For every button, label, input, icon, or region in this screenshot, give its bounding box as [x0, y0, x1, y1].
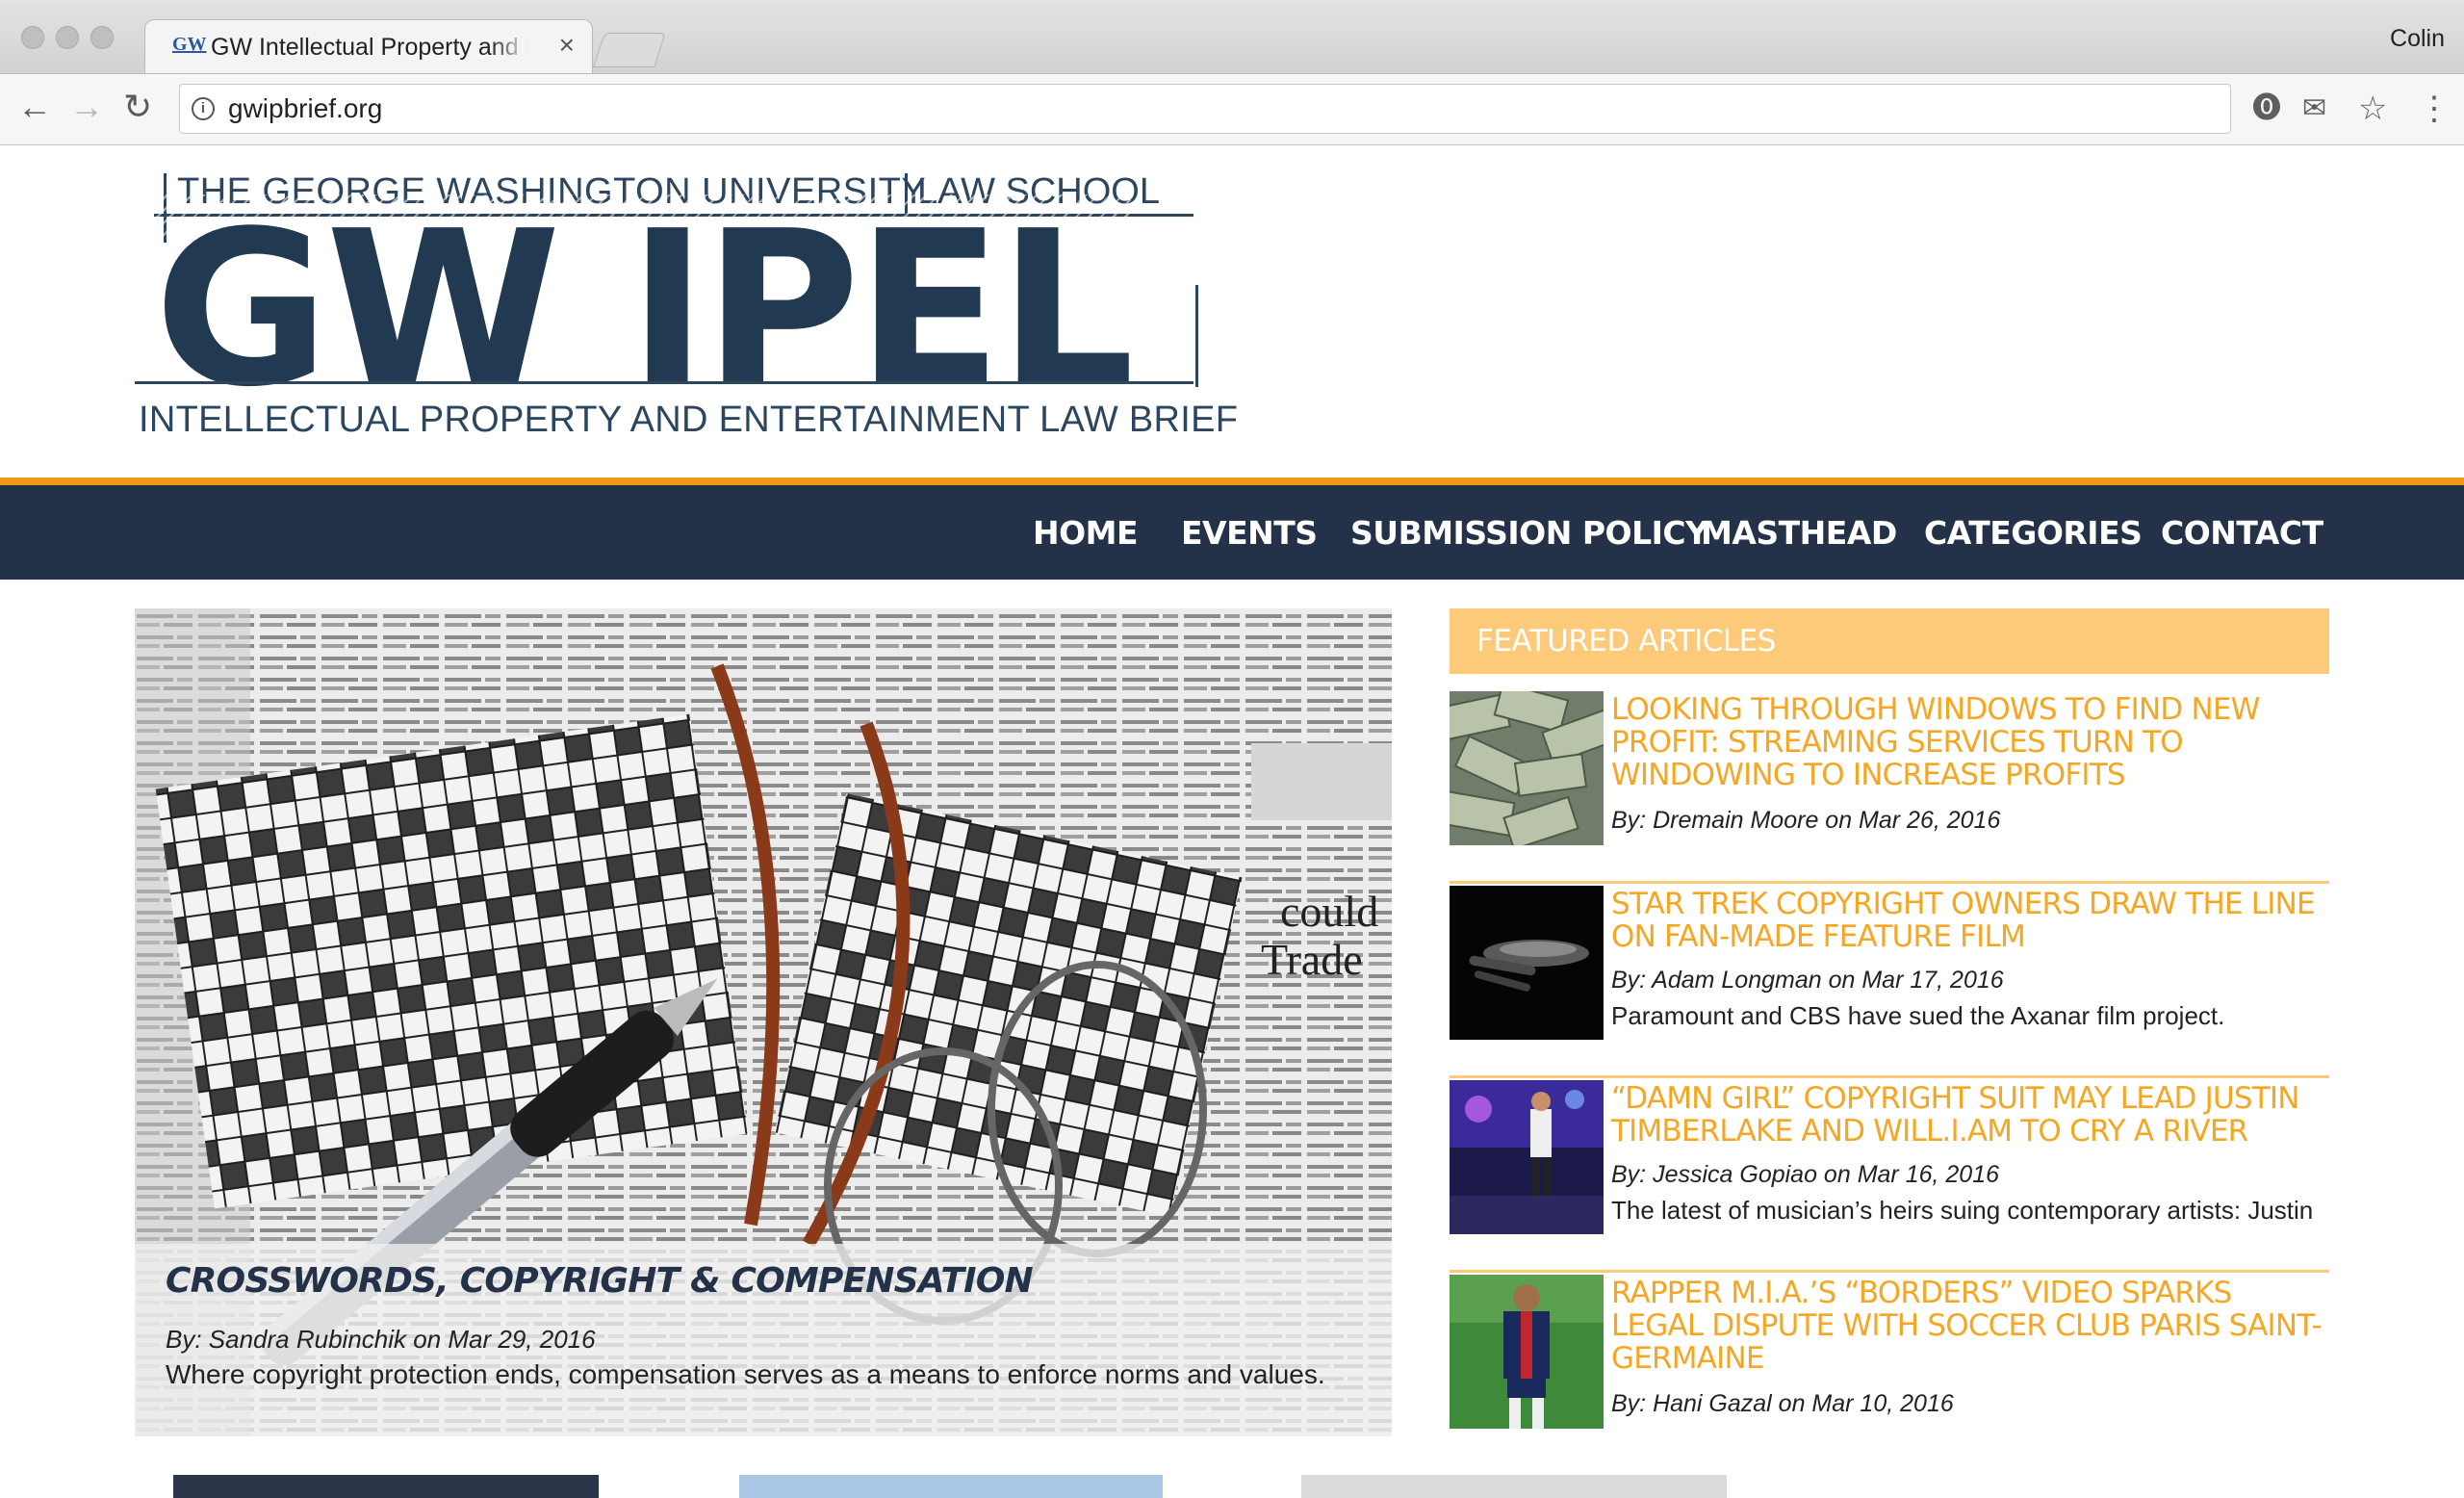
nav-events[interactable]: EVENTS [1181, 514, 1318, 552]
tab-favicon: GW [172, 34, 207, 55]
hero-caption: CROSSWORDS, COPYRIGHT & COMPENSATION By:… [135, 1244, 1392, 1436]
mail-extension-icon[interactable]: ✉ [2302, 90, 2326, 128]
bookmark-star-icon[interactable]: ☆ [2358, 90, 2387, 128]
new-tab-button[interactable] [593, 33, 666, 67]
nav-home[interactable]: HOME [1033, 514, 1139, 552]
minimize-window-button[interactable] [56, 26, 79, 49]
concert-stage-thumbnail[interactable] [1450, 1080, 1604, 1234]
featured-article-title[interactable]: “DAMN GIRL” COPYRIGHT SUIT MAY LEAD JUST… [1611, 1082, 2323, 1148]
info-icon[interactable]: i [192, 97, 215, 120]
kebab-menu-icon[interactable]: ⋮ [2418, 90, 2451, 128]
featured-article[interactable]: RAPPER M.I.A.’S “BORDERS” VIDEO SPARKS L… [1450, 1273, 2329, 1467]
svg-text:Trade: Trade [1261, 935, 1363, 984]
featured-article-byline: By: Dremain Moore on Mar 26, 2016 [1611, 807, 2001, 834]
logo-wordmark: GW IPEL [154, 186, 1135, 434]
url-text[interactable]: gwipbrief.org [228, 93, 382, 124]
nav-categories[interactable]: CATEGORIES [1924, 514, 2143, 552]
logo-subtitle: INTELLECTUAL PROPERTY AND ENTERTAINMENT … [139, 400, 1239, 440]
tab-close-icon[interactable]: × [559, 30, 575, 61]
hero-byline: By: Sandra Rubinchik on Mar 29, 2016 [166, 1325, 596, 1354]
zoom-window-button[interactable] [90, 26, 114, 49]
soccer-player-thumbnail[interactable] [1450, 1275, 1604, 1429]
close-window-button[interactable] [21, 26, 44, 49]
featured-article-byline: By: Jessica Gopiao on Mar 16, 2016 [1611, 1161, 2000, 1188]
article-thumbnail[interactable] [1301, 1475, 1727, 1498]
featured-article-title[interactable]: LOOKING THROUGH WINDOWS TO FIND NEW PROF… [1611, 693, 2323, 791]
featured-article-title[interactable]: STAR TREK COPYRIGHT OWNERS DRAW THE LINE… [1611, 888, 2323, 953]
featured-article[interactable]: STAR TREK COPYRIGHT OWNERS DRAW THE LINE… [1450, 884, 2329, 1078]
site-logo[interactable]: THE GEORGE WASHINGTON UNIVERSITY LAW SCH… [135, 164, 1238, 452]
tab-title: GW Intellectual Property and Entertainme… [211, 34, 528, 61]
extension-icon[interactable]: ⓿ [2252, 90, 2281, 128]
profile-name[interactable]: Colin [2390, 25, 2445, 53]
svg-text:could: could [1280, 887, 1378, 936]
starship-thumbnail[interactable] [1450, 886, 1604, 1040]
browser-tab[interactable]: GW GW Intellectual Property and Entertai… [144, 19, 593, 73]
article-thumbnail[interactable] [739, 1475, 1163, 1498]
header-accent-bar [0, 478, 2464, 485]
browser-toolbar: ← → ↻ i gwipbrief.org ⓿ ✉ ☆ ⋮ [0, 74, 2464, 145]
featured-article[interactable]: “DAMN GIRL” COPYRIGHT SUIT MAY LEAD JUST… [1450, 1078, 2329, 1273]
featured-article-excerpt: The latest of musician’s heirs suing con… [1611, 1196, 2314, 1225]
nav-masthead[interactable]: MASTHEAD [1701, 514, 1897, 552]
article-thumbnail[interactable] [173, 1475, 599, 1498]
money-stack-thumbnail[interactable] [1450, 691, 1604, 845]
hero-title[interactable]: CROSSWORDS, COPYRIGHT & COMPENSATION [166, 1261, 1034, 1301]
forward-arrow-icon[interactable]: → [69, 88, 104, 126]
featured-article-byline: By: Adam Longman on Mar 17, 2016 [1611, 967, 2004, 994]
address-bar[interactable]: i gwipbrief.org [179, 84, 2231, 134]
reload-icon[interactable]: ↻ [123, 88, 152, 126]
browser-tab-bar: GW GW Intellectual Property and Entertai… [0, 0, 2464, 74]
featured-article[interactable]: LOOKING THROUGH WINDOWS TO FIND NEW PROF… [1450, 689, 2329, 884]
nav-contact[interactable]: CONTACT [2161, 514, 2323, 552]
featured-article-excerpt: Paramount and CBS have sued the Axanar f… [1611, 1001, 2225, 1030]
back-arrow-icon[interactable]: ← [17, 88, 52, 126]
featured-article-byline: By: Hani Gazal on Mar 10, 2016 [1611, 1390, 1954, 1417]
hero-excerpt: Where copyright protection ends, compens… [166, 1359, 1325, 1389]
featured-heading-text: FEATURED ARTICLES [1476, 624, 1776, 659]
hero-article[interactable]: could Trade CROSSWORDS, COPYRIGHT & COMP… [135, 608, 1392, 1436]
main-nav: HOME EVENTS SUBMISSION POLICY MASTHEAD C… [0, 485, 2464, 580]
featured-article-title[interactable]: RAPPER M.I.A.’S “BORDERS” VIDEO SPARKS L… [1611, 1277, 2323, 1375]
nav-submission-policy[interactable]: SUBMISSION POLICY [1350, 514, 1708, 552]
featured-articles-heading: FEATURED ARTICLES [1450, 608, 2329, 674]
